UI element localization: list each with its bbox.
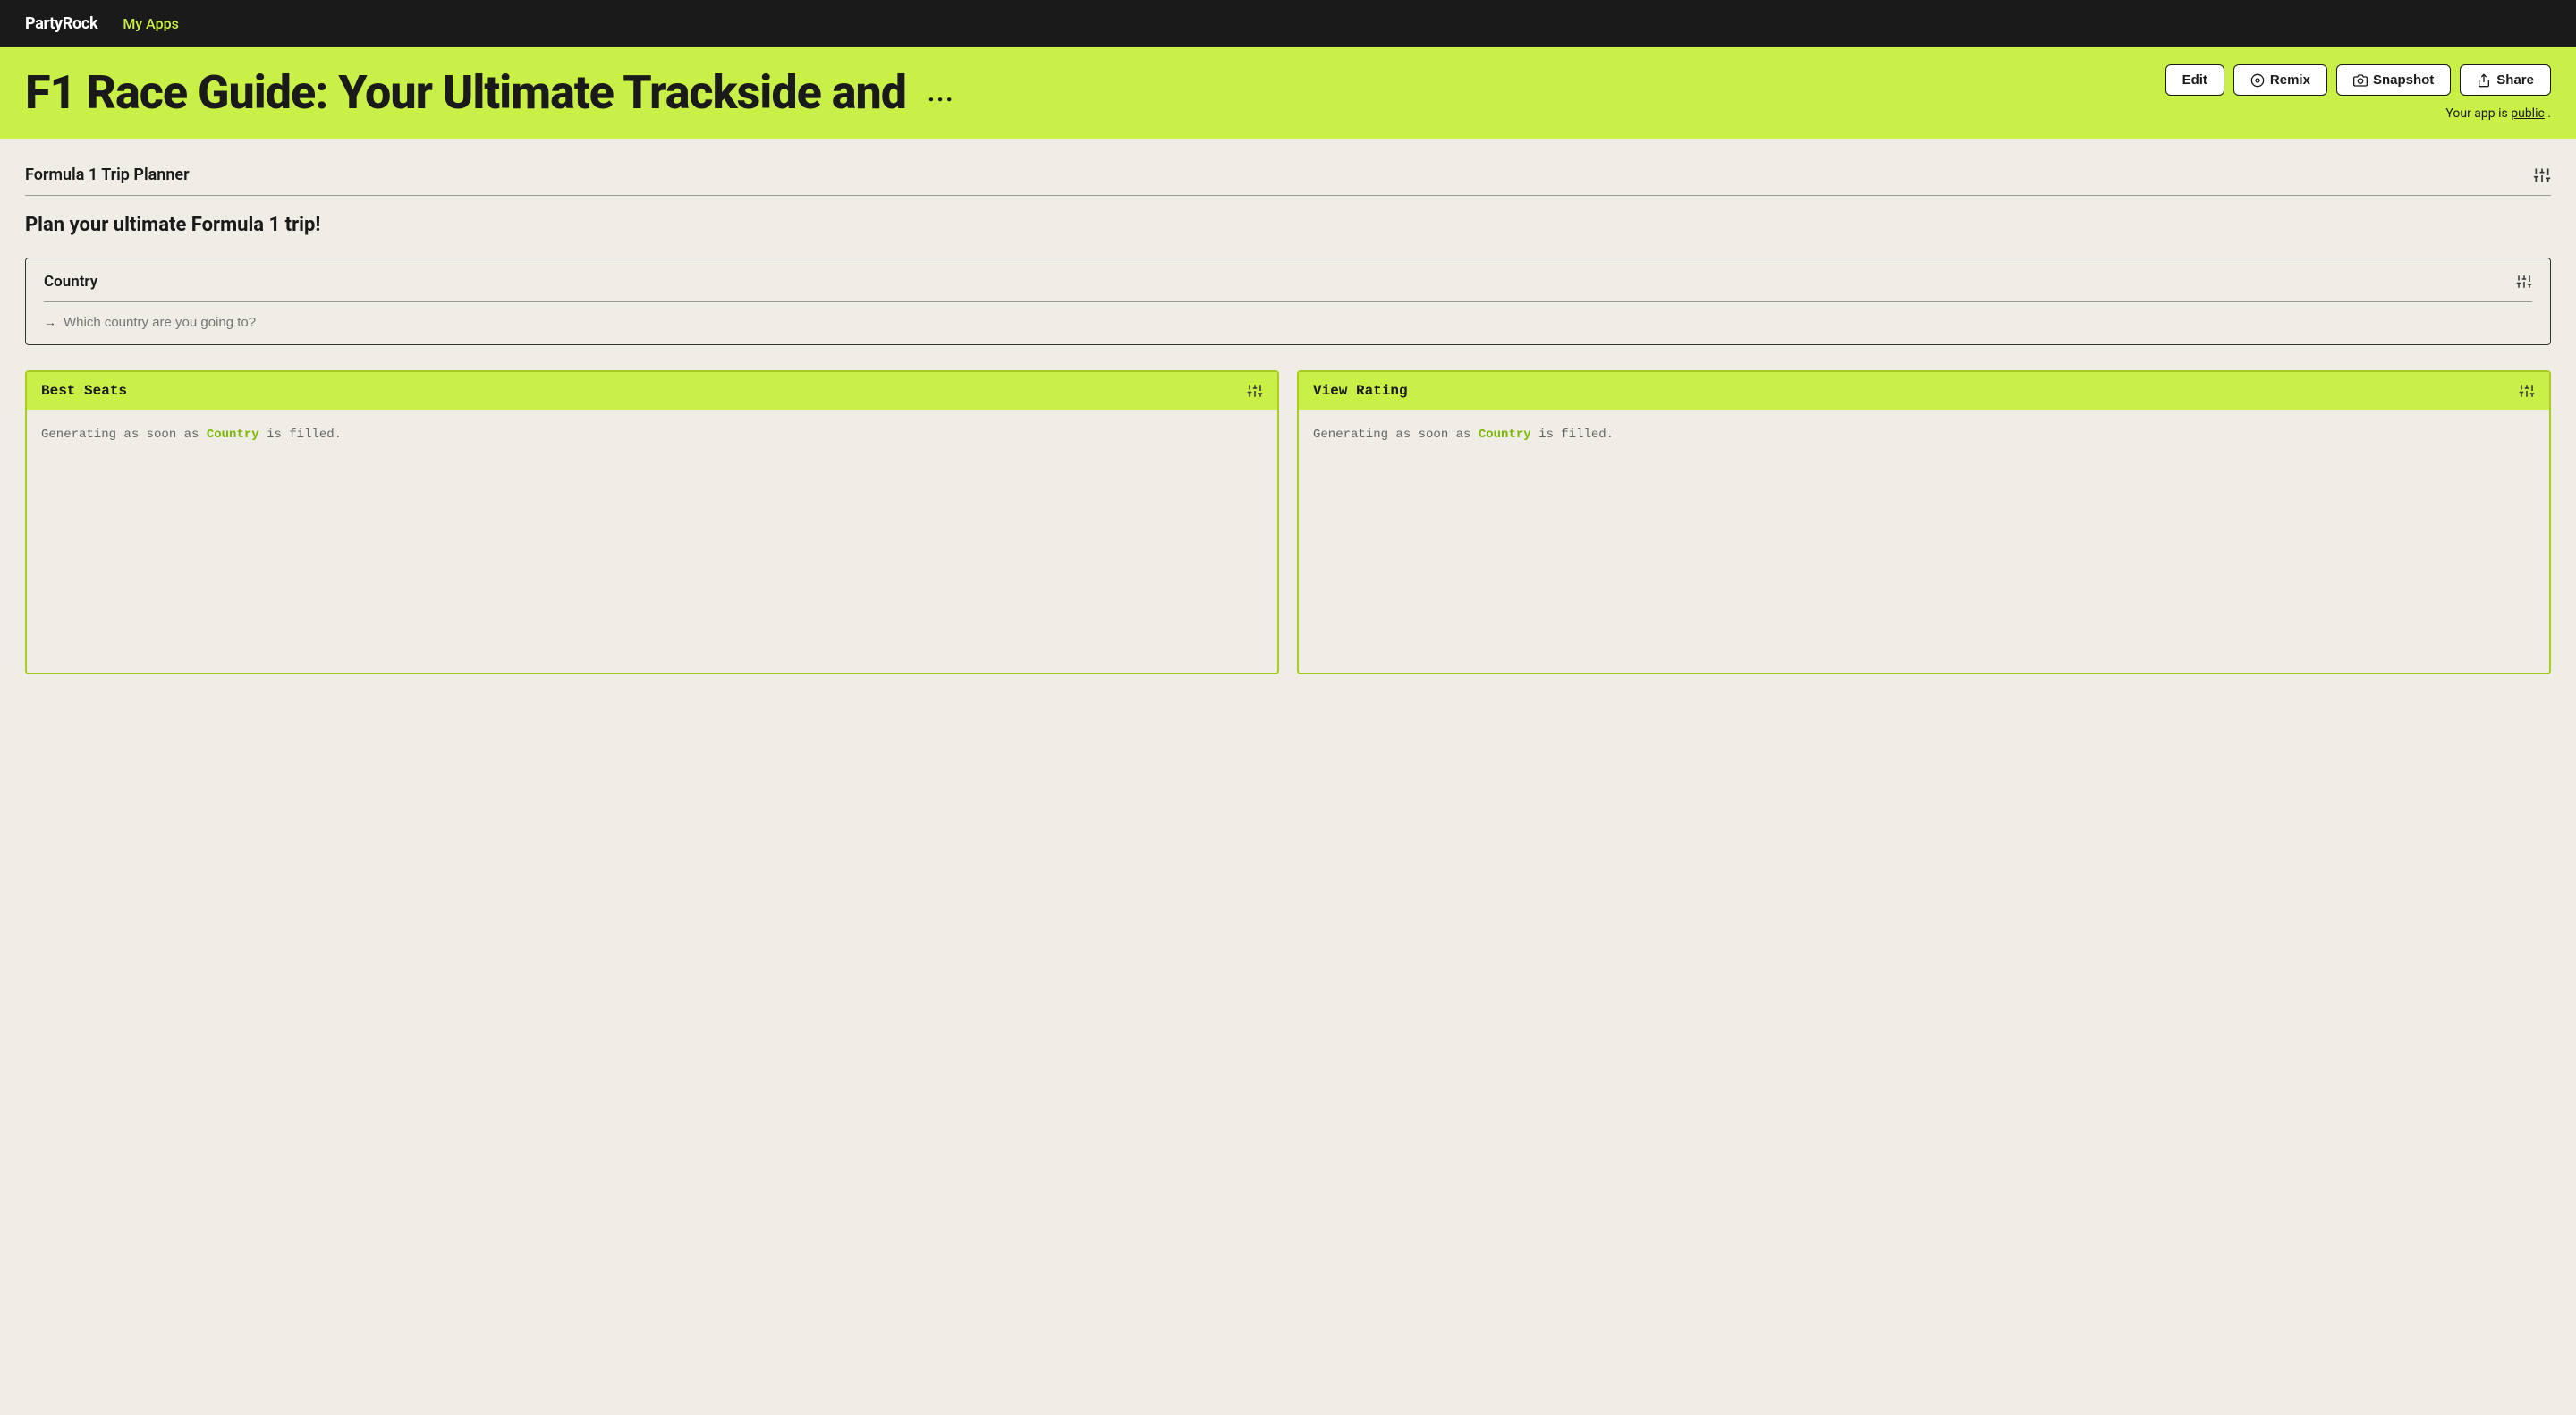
section-title: Formula 1 Trip Planner	[25, 165, 190, 184]
remix-label: Remix	[2270, 72, 2310, 88]
public-link[interactable]: public	[2511, 106, 2545, 121]
section-settings-icon[interactable]	[2533, 166, 2551, 184]
edit-label: Edit	[2182, 72, 2207, 88]
main-content: Formula 1 Trip Planner Plan your ultimat…	[0, 139, 2576, 701]
header-banner: F1 Race Guide: Your Ultimate Trackside a…	[0, 47, 2576, 139]
best-seats-body: Generating as soon as Country is filled.	[27, 410, 1277, 669]
share-button[interactable]: Share	[2460, 64, 2551, 96]
snapshot-button[interactable]: Snapshot	[2336, 64, 2451, 96]
share-label: Share	[2496, 72, 2534, 88]
page-subtitle: Plan your ultimate Formula 1 trip!	[25, 214, 2551, 236]
header-buttons: Edit Remix Snapshot	[2165, 64, 2551, 96]
country-input[interactable]	[64, 315, 2532, 330]
best-seats-settings-icon[interactable]	[1247, 383, 1263, 399]
share-icon	[2477, 73, 2491, 88]
arrow-icon: →	[44, 315, 56, 330]
brand-logo: PartyRock	[25, 14, 97, 33]
best-seats-title: Best Seats	[41, 383, 127, 399]
country-label: Country	[44, 273, 97, 291]
header-right: Edit Remix Snapshot	[2165, 64, 2551, 121]
edit-button[interactable]: Edit	[2165, 64, 2224, 96]
view-rating-header: View Rating	[1299, 372, 2549, 410]
country-widget: Country →	[25, 258, 2551, 345]
best-seats-generating-text: Generating as soon as Country is filled.	[41, 428, 1263, 442]
more-options-button[interactable]: ...	[928, 78, 954, 107]
country-settings-icon[interactable]	[2516, 274, 2532, 290]
view-rating-body: Generating as soon as Country is filled.	[1299, 410, 2549, 669]
public-status: Your app is public .	[2445, 106, 2551, 121]
country-placeholder-row[interactable]: →	[44, 315, 2532, 330]
navbar: PartyRock My Apps	[0, 0, 2576, 47]
snapshot-label: Snapshot	[2373, 72, 2434, 88]
snapshot-icon	[2353, 73, 2368, 88]
view-rating-panel: View Rating	[1297, 370, 2551, 674]
remix-icon	[2250, 73, 2265, 88]
view-rating-generating-text: Generating as soon as Country is filled.	[1313, 428, 2535, 442]
view-rating-settings-icon[interactable]	[2519, 383, 2535, 399]
app-title: F1 Race Guide: Your Ultimate Trackside a…	[25, 67, 906, 118]
country-widget-header: Country	[44, 273, 2532, 291]
remix-button[interactable]: Remix	[2233, 64, 2327, 96]
best-seats-panel: Best Seats	[25, 370, 1279, 674]
my-apps-link[interactable]: My Apps	[123, 15, 179, 32]
view-rating-title: View Rating	[1313, 383, 1408, 399]
section-header: Formula 1 Trip Planner	[25, 165, 2551, 196]
country-divider	[44, 301, 2532, 302]
best-seats-header: Best Seats	[27, 372, 1277, 410]
header-left: F1 Race Guide: Your Ultimate Trackside a…	[25, 67, 2165, 118]
panels-row: Best Seats	[25, 370, 2551, 674]
